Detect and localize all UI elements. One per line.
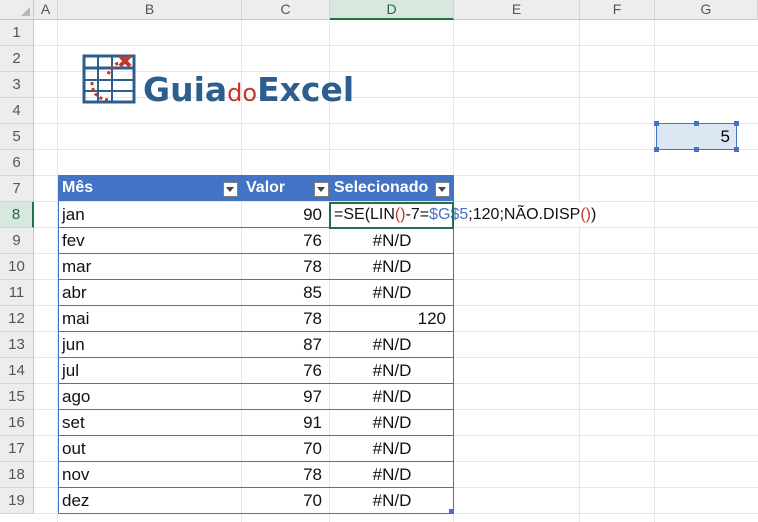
grid-line (34, 45, 758, 46)
table-cell-valor[interactable]: 78 (242, 462, 330, 488)
table-cell-selecionado[interactable]: 120 (330, 306, 454, 332)
table-cell-mes[interactable]: mar (58, 254, 242, 280)
table-cell-valor[interactable]: 97 (242, 384, 330, 410)
spreadsheet-logo-icon (82, 54, 136, 104)
logo-part-do: do (227, 79, 258, 107)
resize-handle[interactable] (694, 147, 699, 152)
table-cell-mes[interactable]: abr (58, 280, 242, 306)
select-all-corner[interactable] (0, 0, 34, 20)
grid-line (579, 20, 580, 522)
row-header-15[interactable]: 15 (0, 384, 34, 410)
resize-handle[interactable] (694, 121, 699, 126)
table-cell-valor[interactable]: 78 (242, 254, 330, 280)
table-cell-valor[interactable]: 76 (242, 228, 330, 254)
table-cell-valor[interactable]: 70 (242, 488, 330, 514)
logo-part-excel: Excel (257, 70, 355, 109)
table-cell-mes[interactable]: jan (58, 202, 242, 228)
filter-dropdown-icon[interactable] (314, 182, 329, 197)
header-label: Valor (246, 179, 286, 196)
table-cell-mes[interactable]: jul (58, 358, 242, 384)
column-header-d[interactable]: D (330, 0, 454, 20)
grid-line (34, 149, 758, 150)
table-header-valor[interactable]: Valor (242, 175, 330, 201)
header-label: Selecionado (334, 179, 429, 196)
table-header-mes[interactable]: Mês (58, 175, 242, 201)
row-header-9[interactable]: 9 (0, 228, 34, 254)
table-cell-selecionado[interactable]: #N/D (330, 488, 454, 514)
resize-handle[interactable] (734, 121, 739, 126)
table-cell-selecionado[interactable]: #N/D (330, 436, 454, 462)
logo-text: GuiadoExcel (143, 70, 354, 113)
column-header-a[interactable]: A (34, 0, 58, 20)
table-cell-mes[interactable]: fev (58, 228, 242, 254)
table-cell-mes[interactable]: jun (58, 332, 242, 358)
table-cell-selecionado[interactable]: #N/D (330, 358, 454, 384)
table-header-selecionado[interactable]: Selecionado (330, 175, 454, 201)
table-cell-mes[interactable]: nov (58, 462, 242, 488)
row-header-6[interactable]: 6 (0, 150, 34, 176)
table-cell-valor[interactable]: 87 (242, 332, 330, 358)
table-cell-selecionado[interactable]: #N/D (330, 254, 454, 280)
table-cell-selecionado[interactable]: #N/D (330, 410, 454, 436)
row-header-8[interactable]: 8 (0, 202, 34, 228)
resize-handle[interactable] (734, 147, 739, 152)
table-cell-valor[interactable]: 70 (242, 436, 330, 462)
table-cell-mes[interactable]: set (58, 410, 242, 436)
table-cell-valor[interactable]: 85 (242, 280, 330, 306)
row-header-19[interactable]: 19 (0, 488, 34, 514)
column-header-g[interactable]: G (655, 0, 758, 20)
column-header-b[interactable]: B (58, 0, 242, 20)
table-cell-selecionado[interactable]: #N/D (330, 462, 454, 488)
cell-g5[interactable]: 5 (656, 123, 737, 150)
header-label: Mês (62, 179, 94, 196)
table-cell-valor[interactable]: 76 (242, 358, 330, 384)
row-header-5[interactable]: 5 (0, 124, 34, 150)
row-header-16[interactable]: 16 (0, 410, 34, 436)
row-header-4[interactable]: 4 (0, 98, 34, 124)
row-header-13[interactable]: 13 (0, 332, 34, 358)
table-resize-handle[interactable] (449, 509, 453, 513)
row-header-18[interactable]: 18 (0, 462, 34, 488)
row-header-17[interactable]: 17 (0, 436, 34, 462)
grid-line (654, 20, 655, 522)
table-cell-valor[interactable]: 90 (242, 202, 330, 228)
column-header-c[interactable]: C (242, 0, 330, 20)
table-cell-valor[interactable]: 78 (242, 306, 330, 332)
row-header-12[interactable]: 12 (0, 306, 34, 332)
table-cell-mes[interactable]: ago (58, 384, 242, 410)
table-cell-selecionado[interactable]: #N/D (330, 228, 454, 254)
logo-part-guia: Guia (143, 70, 228, 109)
column-header-f[interactable]: F (580, 0, 655, 20)
filter-dropdown-icon[interactable] (435, 182, 450, 197)
resize-handle[interactable] (654, 121, 659, 126)
formula-paren: () (580, 206, 591, 223)
resize-handle[interactable] (654, 147, 659, 152)
row-header-10[interactable]: 10 (0, 254, 34, 280)
row-header-3[interactable]: 3 (0, 72, 34, 98)
table-cell-mes[interactable]: out (58, 436, 242, 462)
active-cell-selection (329, 202, 454, 229)
row-header-2[interactable]: 2 (0, 46, 34, 72)
table-cell-selecionado[interactable]: #N/D (330, 280, 454, 306)
row-header-14[interactable]: 14 (0, 358, 34, 384)
table-border (58, 175, 59, 513)
table-cell-valor[interactable]: 91 (242, 410, 330, 436)
table-cell-selecionado[interactable]: #N/D (330, 384, 454, 410)
grid-line (34, 123, 758, 124)
formula-part: ;120;NÃO.DISP (468, 206, 581, 223)
row-header-7[interactable]: 7 (0, 176, 34, 202)
row-header-1[interactable]: 1 (0, 20, 34, 46)
table-cell-mes[interactable]: mai (58, 306, 242, 332)
row-header-11[interactable]: 11 (0, 280, 34, 306)
table-cell-mes[interactable]: dez (58, 488, 242, 514)
column-header-e[interactable]: E (454, 0, 580, 20)
filter-dropdown-icon[interactable] (223, 182, 238, 197)
table-cell-selecionado[interactable]: #N/D (330, 332, 454, 358)
formula-part: ) (591, 206, 597, 223)
